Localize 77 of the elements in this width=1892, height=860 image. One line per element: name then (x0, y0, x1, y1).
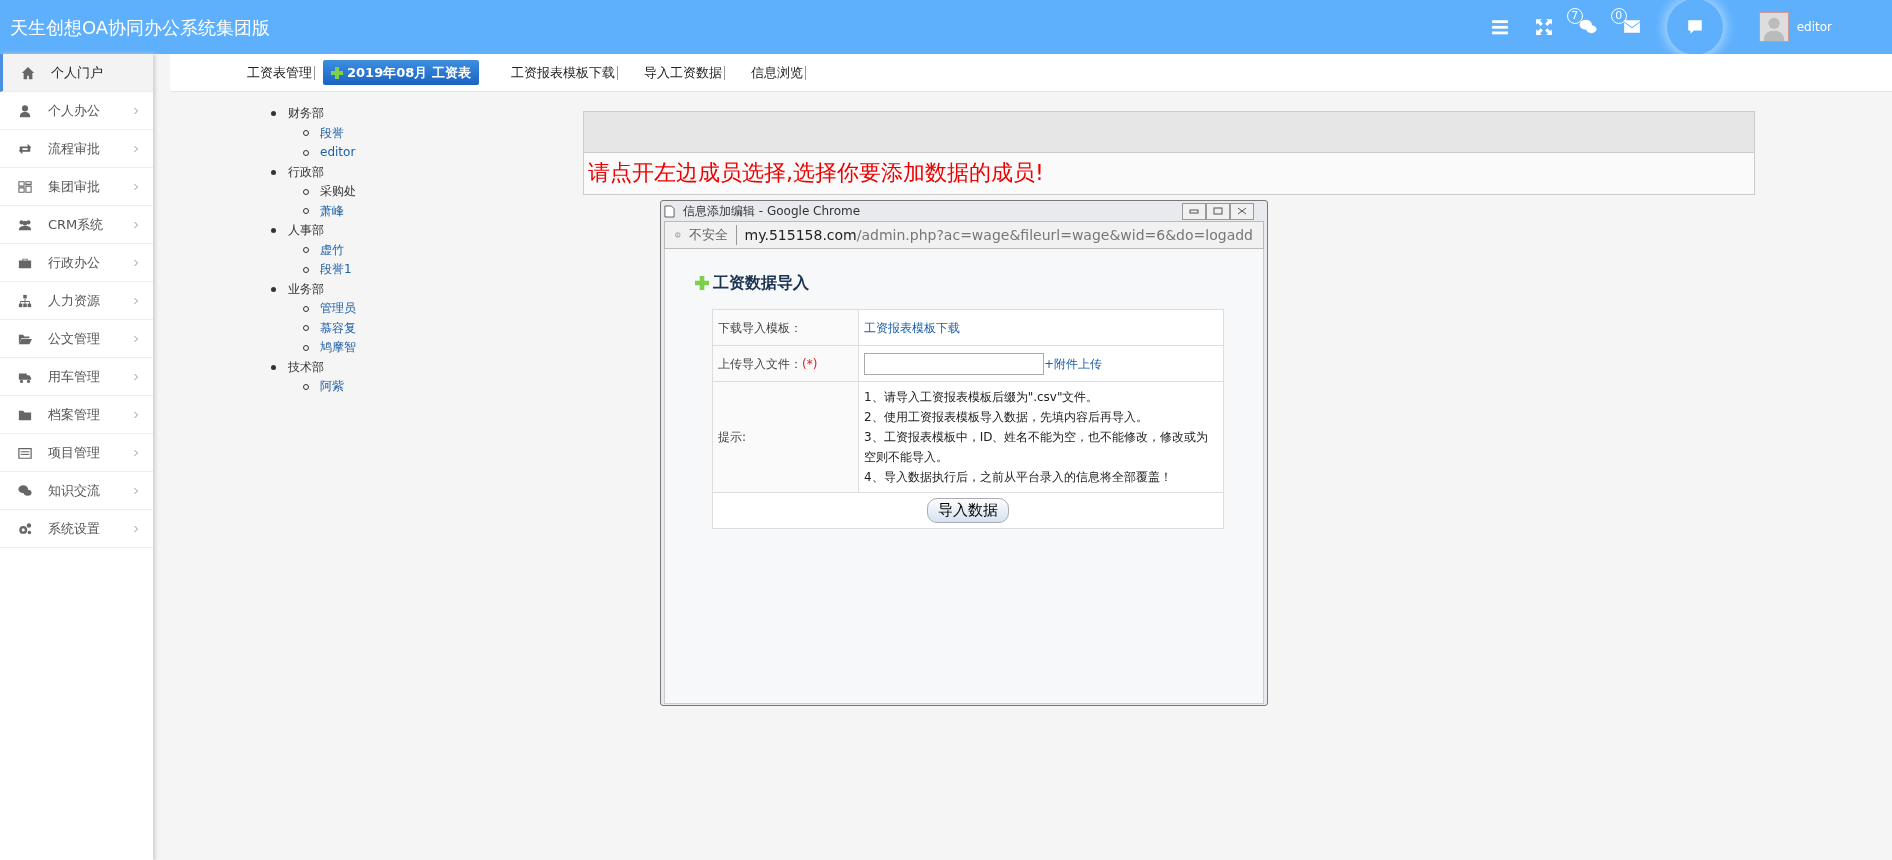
member-link[interactable]: 段誉 (320, 125, 344, 140)
menu-icon[interactable] (1490, 18, 1509, 36)
tip-text: 4、导入数据执行后，之前从平台录入的信息将全部覆盖！ (864, 469, 1173, 486)
app-title: 天生创想OA协同办公系统集团版 (10, 15, 271, 40)
department-label: 业务部 (288, 281, 324, 296)
minimize-icon (1189, 208, 1199, 214)
window-title: 信息添加编辑 - Google Chrome (683, 203, 861, 220)
sidebar-item[interactable]: 人力资源 (0, 282, 153, 320)
person-icon (18, 103, 32, 118)
message-button[interactable] (1666, 0, 1723, 55)
tab[interactable]: 工资报表模板下载 (508, 65, 618, 80)
sidebar-item[interactable]: 个人门户 (0, 54, 153, 92)
sidebar-item[interactable]: 档案管理 (0, 396, 153, 434)
tab[interactable]: 工资表管理 (245, 65, 315, 80)
member-link[interactable]: 管理员 (320, 301, 356, 315)
bullet (271, 364, 276, 370)
member-link[interactable]: 鸠摩智 (320, 340, 356, 354)
url-text: my.515158.com/admin.php?ac=wage&fileurl=wage&wid=6&do=logadd (744, 225, 1253, 245)
file-path-field[interactable] (864, 352, 1044, 375)
template-download-link[interactable]: 工资报表模板下载 (864, 320, 960, 335)
member-link[interactable]: 段誉1 (320, 262, 352, 276)
tip-text: 2、使用工资报表模板导入数据，先填内容后再导入。 (864, 409, 1149, 426)
form-label: 下载导入模板： (712, 309, 859, 346)
member-link[interactable]: 萧峰 (320, 203, 344, 218)
list-icon (18, 445, 32, 460)
tab[interactable]: 2019年08月 工资表 (323, 59, 479, 86)
member-link[interactable]: 慕容复 (320, 320, 356, 335)
section-heading: 工资数据导入 (713, 272, 809, 294)
tip-text: 1、请导入工资报表模板后缀为".csv"文件。 (864, 389, 1100, 406)
tip-text: 3、工资报表模板中，ID、姓名不能为空，也不能修改，修改或为空则不能导入。 (864, 429, 1210, 466)
close-icon (1237, 207, 1247, 215)
maximize-button[interactable] (1206, 202, 1230, 220)
home-icon (21, 65, 35, 80)
bullet (271, 169, 276, 175)
form-label: 提示: (712, 381, 859, 493)
minimize-button[interactable] (1182, 202, 1206, 220)
plus-icon (695, 276, 709, 290)
member-link[interactable]: 虚竹 (320, 242, 344, 257)
org-chart-icon (18, 293, 32, 308)
department-label: 技术部 (288, 359, 324, 374)
tab[interactable]: 信息浏览 (748, 65, 806, 80)
bullet (271, 286, 276, 292)
speech-bubble-icon (1685, 18, 1704, 36)
member-link[interactable]: editor (320, 145, 356, 159)
sidebar-item[interactable]: 流程审批 (0, 130, 153, 168)
bullet (271, 111, 276, 116)
sidebar-item[interactable]: 集团审批 (0, 168, 153, 206)
sidebar-item[interactable]: 系统设置 (0, 510, 153, 548)
upload-link[interactable]: +附件上传 (1044, 356, 1103, 371)
department-label: 财务部 (288, 106, 324, 120)
address-bar[interactable]: 不安全 my.515158.com/admin.php?ac=wage&fileurl=wage&wid=6&do=logadd (664, 221, 1264, 249)
department-label: 人事部 (288, 223, 324, 237)
sidebar-item[interactable]: 行政办公 (0, 244, 153, 282)
avatar[interactable] (1758, 12, 1789, 42)
sidebar-item[interactable]: CRM系统 (0, 206, 153, 244)
bullet (271, 228, 276, 233)
form-label: 上传导入文件：(*) (718, 356, 818, 371)
sidebar-item[interactable]: 个人办公 (0, 92, 153, 130)
maximize-icon (1213, 207, 1223, 215)
department-label: 行政部 (288, 164, 324, 179)
close-button[interactable] (1230, 202, 1254, 220)
sidebar-item[interactable]: 项目管理 (0, 434, 153, 472)
sidebar-item[interactable]: 知识交流 (0, 472, 153, 510)
import-button[interactable]: 导入数据 (927, 498, 1009, 523)
security-label: 不安全 (688, 225, 737, 245)
grid-icon (18, 179, 32, 194)
group-icon (18, 217, 32, 232)
member-link[interactable]: 阿紫 (320, 379, 344, 393)
plus-icon (331, 66, 343, 79)
chat-icon (18, 483, 32, 498)
fullscreen-icon[interactable] (1534, 18, 1553, 36)
member-label: 采购处 (320, 184, 356, 198)
sidebar-item[interactable]: 公文管理 (0, 320, 153, 358)
tab[interactable]: 导入工资数据 (641, 65, 725, 80)
sidebar-item[interactable]: 用车管理 (0, 358, 153, 396)
document-icon (664, 204, 675, 218)
notice-text: 请点开左边成员选择,选择你要添加数据的成员! (587, 159, 1045, 187)
